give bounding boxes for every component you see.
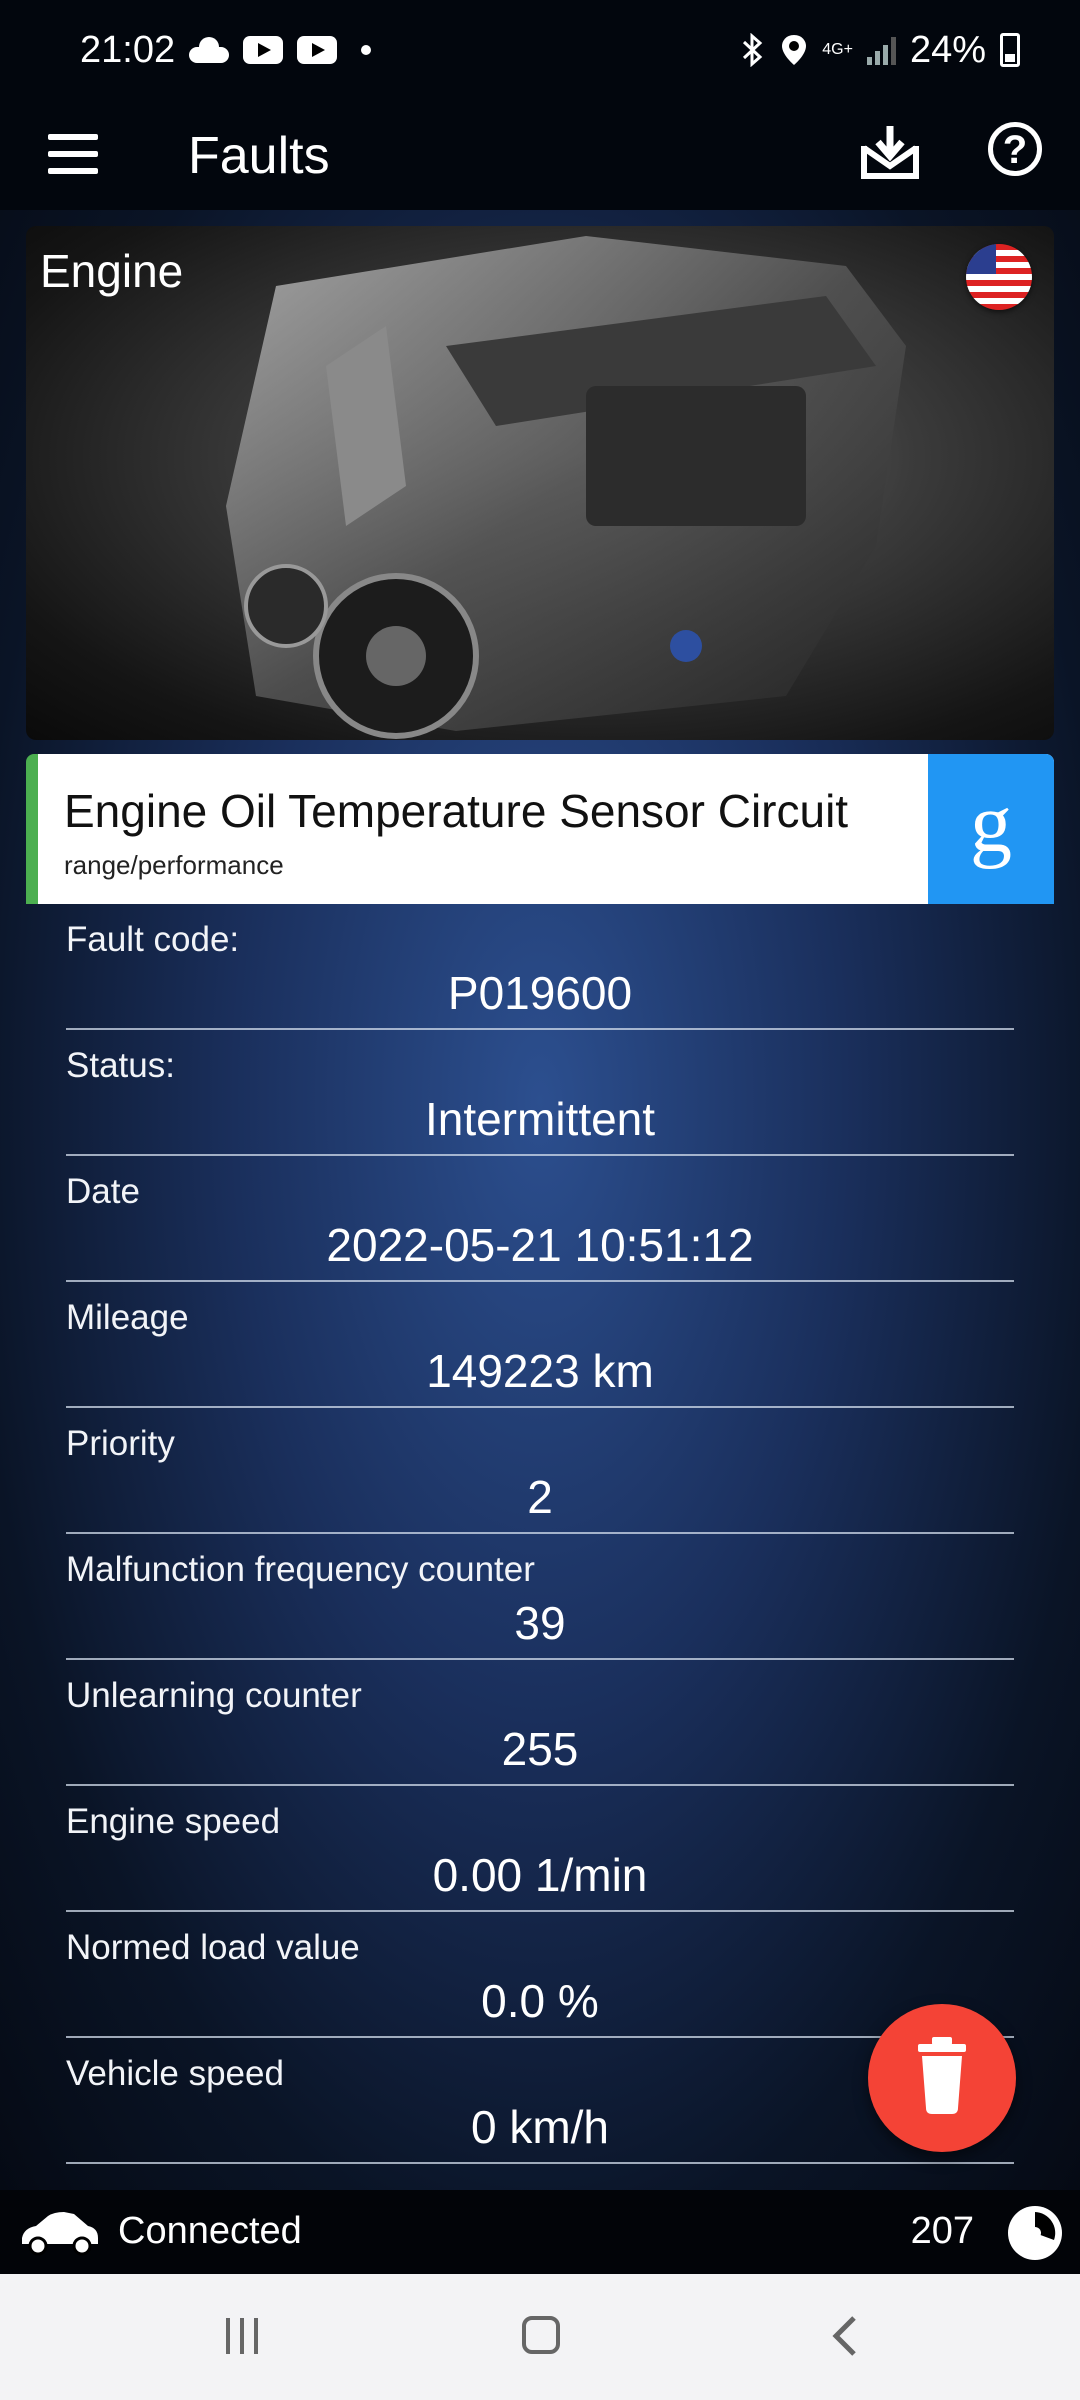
youtube-icon	[297, 36, 338, 64]
connection-status: Connected	[118, 2210, 302, 2252]
system-nav-bar	[0, 2274, 1080, 2400]
detail-label: Date	[66, 1172, 140, 1211]
trash-icon	[918, 2037, 966, 2114]
detail-label: Engine speed	[66, 1802, 281, 1841]
help-icon[interactable]: ?	[988, 122, 1042, 176]
us-flag-icon[interactable]	[966, 244, 1032, 310]
status-time: 21:02	[80, 28, 176, 71]
cloud-icon	[189, 37, 230, 63]
detail-value: Intermittent	[424, 1093, 656, 1145]
detail-value: P019600	[447, 967, 633, 1019]
detail-label: Normed load value	[66, 1928, 360, 1967]
detail-row-engine-speed: Engine speed 0.00 1/min	[66, 1786, 1014, 1912]
app-bar: Faults ?	[0, 100, 1080, 210]
detail-value: 2022-05-21 10:51:12	[326, 1219, 754, 1271]
fault-details: Fault code: P019600 Status: Intermittent…	[66, 904, 1014, 2164]
battery-percent: 24%	[909, 28, 986, 71]
page-title: Faults	[188, 127, 330, 185]
engine-title: Engine	[40, 245, 184, 297]
engine-image	[226, 236, 906, 739]
content-area[interactable]: Engine Engine Oil Temperature Sensor Cir…	[0, 210, 1080, 2190]
notification-dot-icon	[361, 45, 372, 55]
google-search-button[interactable]: g	[928, 754, 1054, 904]
detail-row-status: Status: Intermittent	[66, 1030, 1014, 1156]
gauge-icon[interactable]	[1008, 2206, 1062, 2260]
fault-subtitle: range/performance	[64, 850, 284, 880]
home-icon[interactable]	[522, 2316, 560, 2354]
detail-row-malfunction-frequency: Malfunction frequency counter 39	[66, 1534, 1014, 1660]
signal-icon	[866, 35, 896, 65]
detail-value: 2	[527, 1471, 553, 1523]
detail-row-unlearning-counter: Unlearning counter 255	[66, 1660, 1014, 1786]
car-icon	[22, 2212, 98, 2256]
detail-row-mileage: Mileage 149223 km	[66, 1282, 1014, 1408]
battery-icon	[1000, 33, 1020, 67]
fault-header: Engine Oil Temperature Sensor Circuit ra…	[26, 754, 1054, 904]
location-icon	[782, 35, 807, 65]
detail-label: Malfunction frequency counter	[66, 1550, 535, 1589]
connection-bar: Connected 207	[0, 2190, 1080, 2274]
detail-value: 255	[501, 1723, 579, 1775]
back-icon[interactable]	[826, 2314, 866, 2358]
detail-value: 0.00 1/min	[432, 1849, 648, 1901]
download-icon[interactable]	[860, 122, 920, 182]
bluetooth-icon	[743, 33, 763, 67]
request-counter: 207	[910, 2210, 974, 2252]
fault-title: Engine Oil Temperature Sensor Circuit	[64, 785, 849, 837]
delete-fault-button[interactable]	[868, 2004, 1016, 2152]
detail-row-fault-code: Fault code: P019600	[66, 904, 1014, 1030]
detail-label: Unlearning counter	[66, 1676, 362, 1715]
menu-icon[interactable]	[48, 134, 98, 174]
engine-card: Engine	[26, 226, 1054, 740]
network-type: 4G+	[822, 41, 853, 58]
screen: 21:02 4G+ 24% Faults ? Engine Engine Oil…	[0, 0, 1080, 2400]
detail-value: 39	[514, 1597, 566, 1649]
detail-label: Priority	[66, 1424, 175, 1463]
detail-value: 149223 km	[426, 1345, 654, 1397]
recent-apps-icon[interactable]	[222, 2316, 262, 2356]
detail-row-date: Date 2022-05-21 10:51:12	[66, 1156, 1014, 1282]
detail-label: Status:	[66, 1046, 175, 1085]
detail-row-priority: Priority 2	[66, 1408, 1014, 1534]
youtube-icon	[243, 36, 284, 64]
status-right: 4G+ 24%	[740, 29, 1020, 72]
detail-label: Fault code:	[66, 920, 240, 959]
detail-label: Vehicle speed	[66, 2054, 284, 2093]
detail-label: Mileage	[66, 1298, 189, 1337]
status-left: 21:02	[80, 28, 372, 72]
status-bar: 21:02 4G+ 24%	[0, 0, 1080, 100]
